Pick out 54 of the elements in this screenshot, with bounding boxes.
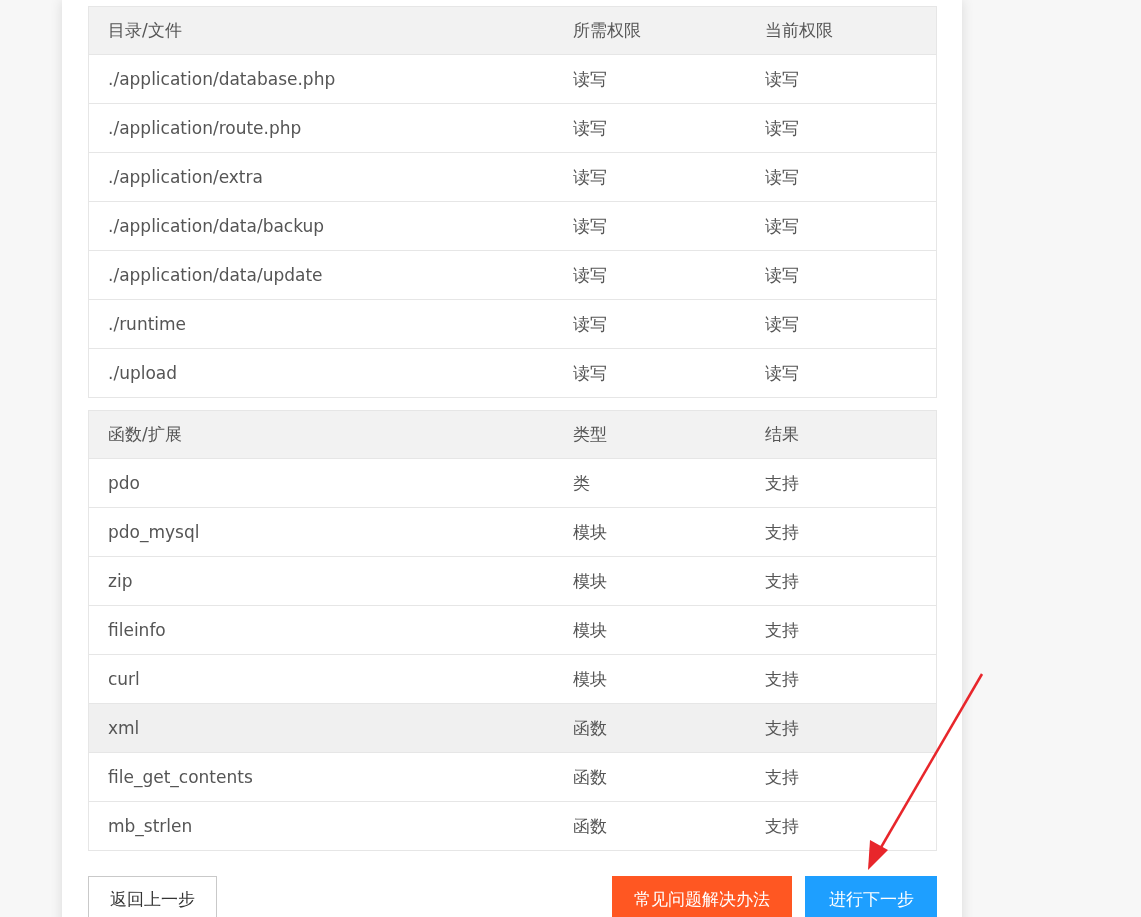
table-cell-text: 模块 bbox=[572, 569, 608, 593]
table-cell-text: 类 bbox=[572, 471, 591, 495]
table-cell-text: ./upload bbox=[107, 363, 179, 383]
table-cell-text: 读写 bbox=[572, 361, 608, 385]
table-cell-text: 读写 bbox=[764, 165, 799, 189]
table-cell-text: 读写 bbox=[572, 165, 608, 189]
column-header: 类型 bbox=[572, 423, 608, 446]
table-cell-text: ./runtime bbox=[107, 314, 188, 334]
table-cell-text: ./application/route.php bbox=[107, 118, 303, 138]
table-cell-text: xml bbox=[107, 718, 141, 738]
table-cell-text: 读写 bbox=[764, 214, 799, 238]
table-cell-text: 读写 bbox=[764, 361, 799, 385]
table-cell-text: 读写 bbox=[572, 67, 608, 91]
table-cell-text: mb_strlen bbox=[107, 816, 194, 836]
table-cell-text: 支持 bbox=[764, 520, 799, 544]
table-cell-text: 支持 bbox=[764, 716, 799, 740]
table-cell-text: 读写 bbox=[572, 116, 608, 140]
help-button[interactable]: 常见问题解决办法 bbox=[612, 876, 792, 917]
table-cell-text: 函数 bbox=[572, 716, 608, 740]
table-cell-text: ./application/data/update bbox=[107, 265, 324, 285]
table-cell-text: 模块 bbox=[572, 618, 608, 642]
table-cell-text: file_get_contents bbox=[107, 767, 254, 787]
table-cell-text: 读写 bbox=[572, 263, 608, 287]
table-cell-text: ./application/database.php bbox=[107, 69, 337, 89]
table-cell-text: zip bbox=[107, 571, 134, 591]
column-header: 当前权限 bbox=[764, 19, 833, 42]
table-cell-text: 函数 bbox=[572, 765, 608, 789]
column-header: 结果 bbox=[764, 423, 799, 446]
table-cell-text: curl bbox=[107, 669, 141, 689]
column-header: 目录/文件 bbox=[107, 19, 183, 42]
next-button[interactable]: 进行下一步 bbox=[805, 876, 937, 917]
table-cell-text: 读写 bbox=[764, 67, 799, 91]
table-cell-text: 支持 bbox=[764, 667, 799, 691]
table-cell-text: 模块 bbox=[572, 667, 608, 691]
table-cell-text: 读写 bbox=[764, 116, 799, 140]
column-header: 函数/扩展 bbox=[107, 423, 183, 446]
table-cell-text: 读写 bbox=[572, 312, 608, 336]
column-header: 所需权限 bbox=[572, 19, 642, 42]
back-button[interactable]: 返回上一步 bbox=[88, 876, 217, 917]
table-cell-text: fileinfo bbox=[107, 620, 167, 640]
table-cell-text: 支持 bbox=[764, 814, 799, 838]
table-cell-text: 支持 bbox=[764, 618, 799, 642]
table-cell-text: 读写 bbox=[764, 312, 799, 336]
table-cell-text: 函数 bbox=[572, 814, 608, 838]
table-cell-text: 支持 bbox=[764, 569, 799, 593]
table-cell-text: ./application/data/backup bbox=[107, 216, 326, 236]
table-cell-text: 支持 bbox=[764, 765, 799, 789]
table-cell-text: pdo bbox=[107, 473, 141, 493]
table-cell-text: 支持 bbox=[764, 471, 799, 495]
table-cell-text: ./application/extra bbox=[107, 167, 264, 187]
table-cell-text: 读写 bbox=[764, 263, 799, 287]
table-cell-text: 读写 bbox=[572, 214, 608, 238]
table-cell-text: 模块 bbox=[572, 520, 608, 544]
table-cell-text: pdo_mysql bbox=[107, 522, 201, 542]
